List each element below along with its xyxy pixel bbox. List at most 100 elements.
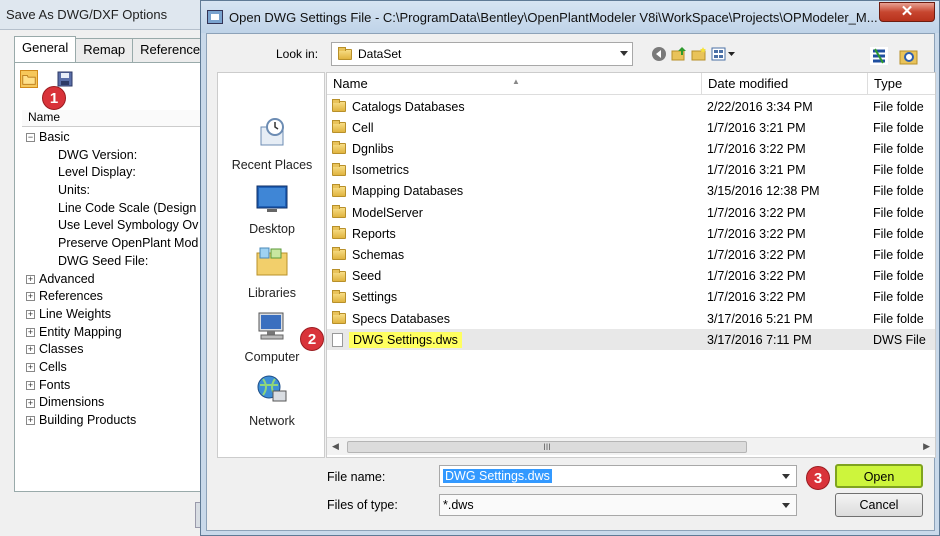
new-folder-icon[interactable] [691,46,707,62]
file-name: Dgnlibs [352,141,394,156]
file-name-input[interactable]: DWG Settings.dws [439,465,797,487]
tree-category[interactable]: + Building Products [26,412,198,430]
tab-remap[interactable]: Remap [75,38,134,62]
file-name-label: File name: [327,470,386,484]
save-icon[interactable] [56,70,74,88]
expand-icon[interactable]: + [26,416,35,426]
date-cell: 1/7/2016 3:22 PM [707,205,806,220]
expand-icon[interactable]: + [26,310,35,320]
chevron-down-icon[interactable] [782,474,790,479]
tree-property[interactable]: Use Level Symbology Ov [26,217,198,235]
view-menu-icon[interactable] [711,46,737,62]
back-icon[interactable] [651,46,667,62]
folder-row[interactable]: Mapping Databases 3/15/2016 12:38 PM File … [327,181,935,202]
open-folder-icon[interactable] [20,70,38,88]
tree-property[interactable]: DWG Version: [26,147,198,165]
collapse-icon[interactable]: − [26,133,35,143]
tab-general[interactable]: General [14,36,77,62]
date-cell: 1/7/2016 3:22 PM [707,226,806,241]
tree-label: Basic [39,130,70,144]
type-cell: File folde [873,141,924,156]
tree-property[interactable]: DWG Seed File: [26,253,198,271]
tree-category[interactable]: − Basic [26,129,198,147]
expand-icon[interactable]: + [26,380,35,390]
scroll-right-icon[interactable]: ▶ [923,441,930,452]
file-name: Isometrics [352,163,409,178]
title-bar: Open DWG Settings File - C:\ProgramData\… [201,1,939,33]
folder-row[interactable]: Schemas 1/7/2016 3:22 PM File folde [327,244,935,265]
expand-icon[interactable]: + [26,274,35,284]
tree-category[interactable]: + References [26,288,198,306]
open-button[interactable]: Open [835,464,923,488]
tree-property[interactable]: Level Display: [26,164,198,182]
tree-property[interactable]: Line Code Scale (Design [26,200,198,218]
name-cell: DWG Settings.dws [327,331,702,348]
tree-label: Units: [58,183,90,198]
place-desktop[interactable]: Desktop [218,181,326,236]
tree-category[interactable]: + Line Weights [26,306,198,324]
type-cell: File folde [873,99,924,114]
tree-label: Entity Mapping [39,324,122,339]
tree-category[interactable]: + Entity Mapping [26,324,198,342]
tree-category[interactable]: + Classes [26,341,198,359]
place-network[interactable]: Network [218,373,326,428]
tree-category[interactable]: + Fonts [26,377,198,395]
tree-category[interactable]: + Dimensions [26,394,198,412]
file-name: Catalogs Databases [352,99,465,114]
place-libraries[interactable]: Libraries [218,245,326,300]
files-of-type-select[interactable]: *.dws [439,494,797,516]
tree-category[interactable]: + Cells [26,359,198,377]
folder-row[interactable]: Specs Databases 3/17/2016 5:21 PM File fol… [327,308,935,329]
configuration-folder-icon[interactable] [899,46,919,66]
callout-badge: 1 [42,86,66,110]
file-row[interactable]: DWG Settings.dws 3/17/2016 7:11 PM DWS Fil… [327,329,935,351]
cancel-button[interactable]: Cancel [835,493,923,517]
folder-row[interactable]: Cell 1/7/2016 3:21 PM File folde [327,117,935,138]
tree-property[interactable]: Units: [26,182,198,200]
expand-icon[interactable]: + [26,292,35,302]
close-button[interactable]: ✕ [879,2,935,22]
date-cell: 3/17/2016 7:11 PM [707,332,812,347]
scroll-left-icon[interactable]: ◀ [332,441,339,452]
folder-icon [332,141,346,155]
tree-category[interactable]: + Advanced [26,271,198,289]
type-cell: File folde [873,311,924,326]
scroll-thumb[interactable]: III [347,441,747,453]
name-cell: Reports [327,226,702,241]
folder-row[interactable]: Seed 1/7/2016 3:22 PM File folde [327,266,935,287]
name-cell: Mapping Databases [327,183,702,198]
date-cell: 1/7/2016 3:22 PM [707,141,806,156]
type-cell: File folde [873,226,924,241]
folder-row[interactable]: ModelServer 1/7/2016 3:22 PM File folde [327,202,935,223]
folder-row[interactable]: Catalogs Databases 2/22/2016 3:34 PM File … [327,96,935,117]
name-cell: Schemas [327,247,702,262]
tree-label: Cells [39,359,67,374]
folder-row[interactable]: Settings 1/7/2016 3:22 PM File folde [327,287,935,308]
tree-label: Fonts [39,377,71,392]
libraries-icon [256,247,288,276]
expand-icon[interactable]: + [26,345,35,355]
horizontal-scrollbar[interactable]: ◀ III ▶ [327,437,935,455]
folder-icon [332,311,346,325]
bentley-logo-icon[interactable] [869,46,889,66]
expand-icon[interactable]: + [26,363,35,373]
date-cell: 1/7/2016 3:22 PM [707,290,806,305]
date-cell: 1/7/2016 3:22 PM [707,269,806,284]
column-name[interactable]: Name ▲ [327,73,702,94]
folder-row[interactable]: Dgnlibs 1/7/2016 3:22 PM File folde [327,138,935,159]
expand-icon[interactable]: + [26,327,35,337]
tree-label: DWG Seed File: [58,253,149,268]
dialog-title: Open DWG Settings File - C:\ProgramData\… [229,9,878,25]
chevron-down-icon[interactable] [782,503,790,508]
type-cell: File folde [873,205,924,220]
column-date-modified[interactable]: Date modified [702,73,868,94]
expand-icon[interactable]: + [26,398,35,408]
up-folder-icon[interactable] [671,46,687,62]
folder-row[interactable]: Reports 1/7/2016 3:22 PM File folde [327,223,935,244]
name-cell: Settings [327,289,702,304]
tree-property[interactable]: Preserve OpenPlant Mod [26,235,198,253]
look-in-combo[interactable]: DataSet [331,42,633,66]
folder-row[interactable]: Isometrics 1/7/2016 3:21 PM File folde [327,160,935,181]
place-recent-places[interactable]: Recent Places [218,117,326,172]
column-type[interactable]: Type [868,73,935,94]
